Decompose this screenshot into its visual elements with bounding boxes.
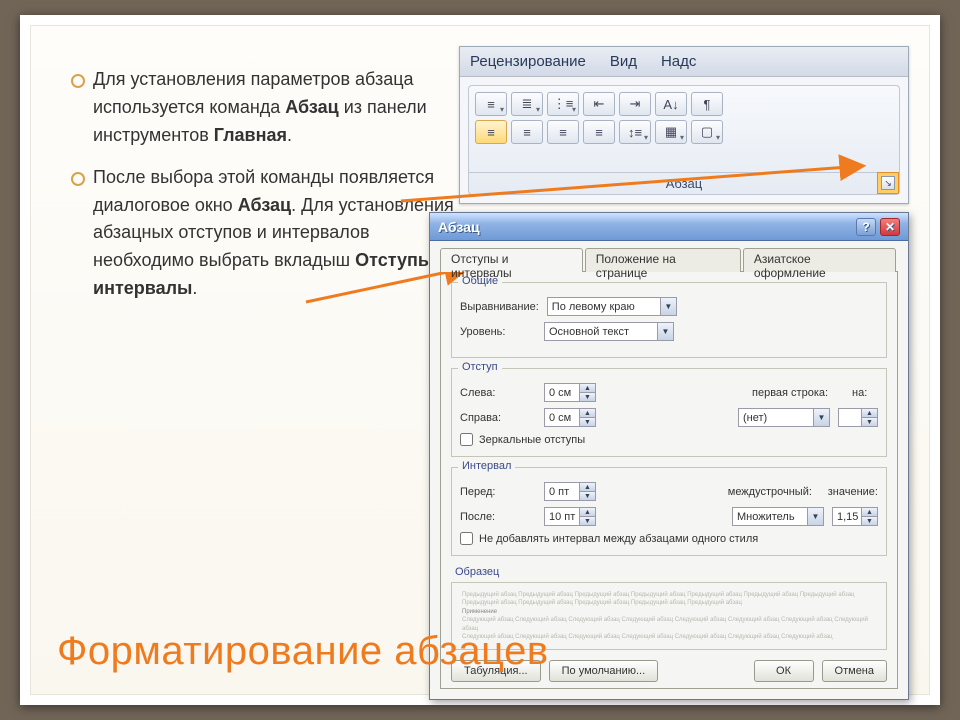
align-right-icon[interactable]: ≡ xyxy=(547,120,579,144)
indent-right-label: Справа: xyxy=(460,412,536,424)
ribbon-tabs: Рецензирование Вид Надс xyxy=(460,47,908,77)
firstline-select[interactable]: (нет)▼ xyxy=(738,408,830,427)
bullet-list: Для установления параметров абзаца испол… xyxy=(71,66,471,317)
borders-icon[interactable]: ▢▾ xyxy=(691,120,723,144)
align-left-icon[interactable]: ≡ xyxy=(475,120,507,144)
chevron-down-icon: ▼ xyxy=(660,298,676,315)
outline-level-select[interactable]: Основной текст▼ xyxy=(544,322,674,341)
group-general: Общие Выравнивание: По левому краю▼ Уров… xyxy=(451,282,887,358)
bullet-2: После выбора этой команды появляется диа… xyxy=(71,164,471,303)
chevron-down-icon: ▼ xyxy=(807,508,823,525)
cancel-button[interactable]: Отмена xyxy=(822,660,887,682)
dialog-launcher-icon[interactable]: ↘ xyxy=(881,176,895,190)
increase-indent-icon[interactable]: ⇥ xyxy=(619,92,651,116)
preview-label: Образец xyxy=(451,566,503,578)
group-spacing: Интервал Перед: 0 пт▲▼ междустрочный: зн… xyxy=(451,467,887,556)
align-justify-icon[interactable]: ≡ xyxy=(583,120,615,144)
no-add-space-checkbox[interactable]: Не добавлять интервал между абзацами одн… xyxy=(460,532,878,545)
chevron-down-icon: ▼ xyxy=(657,323,673,340)
firstline-label: первая строка: xyxy=(752,387,844,399)
dialog-tabs: Отступы и интервалы Положение на страниц… xyxy=(440,247,898,271)
line-spacing-select[interactable]: Множитель▼ xyxy=(732,507,824,526)
dialog-title: Абзац xyxy=(438,219,480,235)
dialog-titlebar[interactable]: Абзац ? ✕ xyxy=(430,213,908,241)
at-label: значение: xyxy=(828,486,878,498)
ribbon-tab-view[interactable]: Вид xyxy=(610,53,637,70)
ribbon-tab-addins[interactable]: Надс xyxy=(661,53,696,70)
firstline-by-input[interactable]: ▲▼ xyxy=(838,408,878,427)
alignment-label: Выравнивание: xyxy=(460,301,539,313)
chevron-down-icon: ▼ xyxy=(813,409,829,426)
bullets-icon[interactable]: ≡▾ xyxy=(475,92,507,116)
spacing-after-label: После: xyxy=(460,511,536,523)
indent-right-input[interactable]: 0 см▲▼ xyxy=(544,408,596,427)
tab-indents[interactable]: Отступы и интервалы xyxy=(440,248,583,272)
align-center-icon[interactable]: ≡ xyxy=(511,120,543,144)
ribbon-paragraph-group: Рецензирование Вид Надс ≡▾ ≣▾ ⋮≡▾ ⇤ ⇥ A↓… xyxy=(459,46,909,204)
spacing-before-label: Перед: xyxy=(460,486,536,498)
shading-icon[interactable]: ▦▾ xyxy=(655,120,687,144)
decrease-indent-icon[interactable]: ⇤ xyxy=(583,92,615,116)
group-indent: Отступ Слева: 0 см▲▼ первая строка: на: … xyxy=(451,368,887,457)
ribbon-group-label: Абзац ↘ xyxy=(469,172,899,194)
slide-title: Форматирование абзацев xyxy=(57,629,549,674)
help-icon[interactable]: ? xyxy=(856,218,876,236)
line-spacing-icon[interactable]: ↕≡▾ xyxy=(619,120,651,144)
tab-asian[interactable]: Азиатское оформление xyxy=(743,248,896,272)
tab-linebreaks[interactable]: Положение на странице xyxy=(585,248,741,272)
line-spacing-label: междустрочный: xyxy=(728,486,820,498)
spacing-after-input[interactable]: 10 пт▲▼ xyxy=(544,507,596,526)
pilcrow-icon[interactable]: ¶ xyxy=(691,92,723,116)
mirror-indents-checkbox[interactable]: Зеркальные отступы xyxy=(460,433,878,446)
spacing-before-input[interactable]: 0 пт▲▼ xyxy=(544,482,596,501)
default-button[interactable]: По умолчанию... xyxy=(549,660,659,682)
paragraph-dialog: Абзац ? ✕ Отступы и интервалы Положение … xyxy=(429,212,909,700)
spacing-at-input[interactable]: 1,15▲▼ xyxy=(832,507,878,526)
ok-button[interactable]: ОК xyxy=(754,660,814,682)
indent-left-input[interactable]: 0 см▲▼ xyxy=(544,383,596,402)
numbering-icon[interactable]: ≣▾ xyxy=(511,92,543,116)
outline-level-label: Уровень: xyxy=(460,326,536,338)
by-label: на: xyxy=(852,387,878,399)
sort-icon[interactable]: A↓ xyxy=(655,92,687,116)
ribbon-tab-review[interactable]: Рецензирование xyxy=(470,53,586,70)
multilevel-icon[interactable]: ⋮≡▾ xyxy=(547,92,579,116)
close-icon[interactable]: ✕ xyxy=(880,218,900,236)
alignment-select[interactable]: По левому краю▼ xyxy=(547,297,677,316)
bullet-1: Для установления параметров абзаца испол… xyxy=(71,66,471,150)
indent-left-label: Слева: xyxy=(460,387,536,399)
